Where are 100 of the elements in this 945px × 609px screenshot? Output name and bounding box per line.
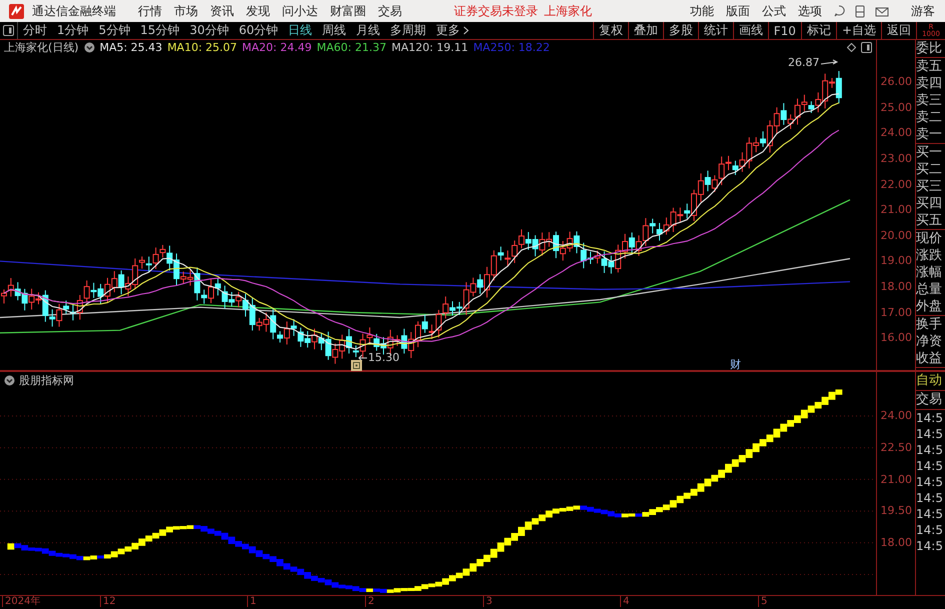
- chart-tool-button[interactable]: 多股: [664, 22, 699, 39]
- period-tab[interactable]: 日线: [283, 22, 318, 39]
- logo-icon: [9, 4, 24, 18]
- period-tab[interactable]: 分时: [18, 22, 52, 39]
- axis-label: 5: [758, 596, 768, 607]
- axis-label: 22.50: [880, 440, 913, 456]
- axis-label: 18.00: [880, 279, 913, 296]
- trade-time: 14:5: [916, 490, 944, 506]
- quote-label: 净资: [916, 333, 943, 350]
- ma-value: MA10: 25.07: [167, 41, 238, 54]
- high-price-label: 26.87: [788, 56, 820, 69]
- indicator-title: 股朋指标网: [19, 372, 74, 388]
- low-price-label: 15.30: [368, 351, 400, 364]
- trade-time: 14:5: [916, 442, 944, 458]
- trade-time: 14:5: [916, 522, 944, 538]
- period-tab[interactable]: 1分钟: [52, 22, 94, 39]
- trade-mode[interactable]: 自动: [916, 372, 945, 391]
- menu-item[interactable]: 行情: [133, 2, 167, 20]
- quote-label: 卖五: [916, 58, 943, 75]
- quote-label: 买五: [916, 212, 943, 229]
- chevron-icon: [463, 26, 470, 35]
- diamond-icon[interactable]: [847, 43, 856, 52]
- menu-item[interactable]: 版面: [721, 2, 755, 20]
- panel-toggle-icon[interactable]: [3, 25, 14, 36]
- axis-label: 23.00: [880, 151, 913, 168]
- leader-line: [820, 58, 840, 66]
- mail-icon[interactable]: [875, 6, 889, 16]
- axis-label: 25.00: [880, 100, 913, 116]
- axis-label: 4: [620, 596, 630, 607]
- period-tab[interactable]: 月线: [351, 22, 386, 39]
- quote-label: 委比: [916, 40, 943, 57]
- stock-name: 上海家化: [544, 2, 592, 20]
- quote-label: 涨跌: [916, 247, 943, 264]
- period-tab[interactable]: 15分钟: [135, 22, 185, 39]
- more-button[interactable]: 更多: [431, 22, 474, 39]
- quote-label: 买二: [916, 161, 943, 178]
- chart-tool-button[interactable]: 统计: [698, 22, 734, 39]
- trade-header: 交易: [916, 391, 945, 410]
- event-marker[interactable]: 财: [730, 357, 741, 372]
- quote-label: 卖一: [916, 126, 943, 143]
- quote-label: 卖二: [916, 109, 943, 126]
- axis-label: 26.00: [880, 74, 913, 90]
- leader-line: [358, 354, 368, 362]
- menu-item[interactable]: 财富圈: [325, 2, 371, 20]
- chart-tool-button[interactable]: +自选: [836, 22, 882, 39]
- axis-label: 3: [483, 596, 492, 607]
- quote-label: 现价: [916, 230, 943, 247]
- quote-label: 总量: [916, 281, 943, 298]
- axis-label: 2: [365, 596, 374, 607]
- axis-label: 22.00: [880, 176, 913, 193]
- chevron-down-icon[interactable]: [84, 42, 95, 53]
- menu-item[interactable]: 公式: [757, 2, 791, 20]
- chart-tool-button[interactable]: 标记: [802, 22, 837, 39]
- menu-item[interactable]: 选项: [793, 2, 827, 20]
- period-tab[interactable]: 周线: [317, 22, 352, 39]
- menu-item[interactable]: 发现: [241, 2, 275, 20]
- axis-label: 2024年: [2, 596, 40, 607]
- menu-item[interactable]: 功能: [685, 2, 719, 20]
- period-tab[interactable]: 60分钟: [234, 22, 284, 39]
- chart-tool-button[interactable]: 复权: [594, 22, 629, 39]
- axis-label: 16.00: [880, 330, 913, 346]
- axis-label: 19.00: [880, 253, 913, 270]
- menu-item[interactable]: 资讯: [205, 2, 239, 20]
- trade-time: 14:5: [916, 474, 944, 490]
- marker-icon[interactable]: [351, 360, 362, 371]
- login-status: 证券交易未登录: [454, 2, 538, 20]
- axis-label: 12: [100, 596, 116, 607]
- period-tab[interactable]: 5分钟: [94, 22, 136, 39]
- chevron-down-icon[interactable]: [4, 374, 15, 386]
- chart-tool-button[interactable]: 返回: [882, 22, 917, 39]
- ma-value: MA250: 18.22: [473, 41, 550, 54]
- axis-label: 20.00: [880, 228, 913, 244]
- ma-value: MA120: 19.11: [391, 41, 468, 54]
- period-tab[interactable]: 多周期: [385, 22, 432, 39]
- chart-tool-button[interactable]: F10: [768, 22, 802, 39]
- menu-item[interactable]: 市场: [169, 2, 203, 20]
- axis-label: 21.00: [880, 202, 913, 218]
- trade-time: 14:5: [916, 538, 944, 554]
- quote-label: 卖四: [916, 75, 943, 92]
- period-tab[interactable]: 30分钟: [184, 22, 234, 39]
- axis-label: 21.00: [880, 472, 913, 488]
- trade-time: 14:5: [916, 458, 944, 474]
- trade-time: 14:5: [916, 426, 944, 442]
- app-title: 通达信金融终端: [32, 2, 116, 20]
- axis-label: 24.00: [880, 408, 913, 424]
- axis-label: 19.50: [880, 503, 913, 520]
- panel-toggle-icon[interactable]: [861, 42, 872, 53]
- menu-item[interactable]: 交易: [373, 2, 407, 20]
- axis-label: 17.00: [880, 304, 913, 321]
- chart-tool-button[interactable]: 画线: [734, 22, 769, 39]
- ma-value: MA60: 21.37: [316, 41, 386, 54]
- quote-label: 涨幅: [916, 264, 943, 281]
- chart-tool-button[interactable]: 叠加: [628, 22, 664, 39]
- axis-label: 18.00: [880, 535, 913, 552]
- ma-value: MA5: 25.43: [100, 41, 162, 54]
- stock-title: 上海家化(日线): [4, 40, 79, 55]
- menu-item[interactable]: 问小达: [277, 2, 323, 20]
- user-button[interactable]: 游客: [906, 2, 940, 20]
- quote-label: 卖三: [916, 92, 943, 109]
- axis-label: 1: [247, 596, 256, 607]
